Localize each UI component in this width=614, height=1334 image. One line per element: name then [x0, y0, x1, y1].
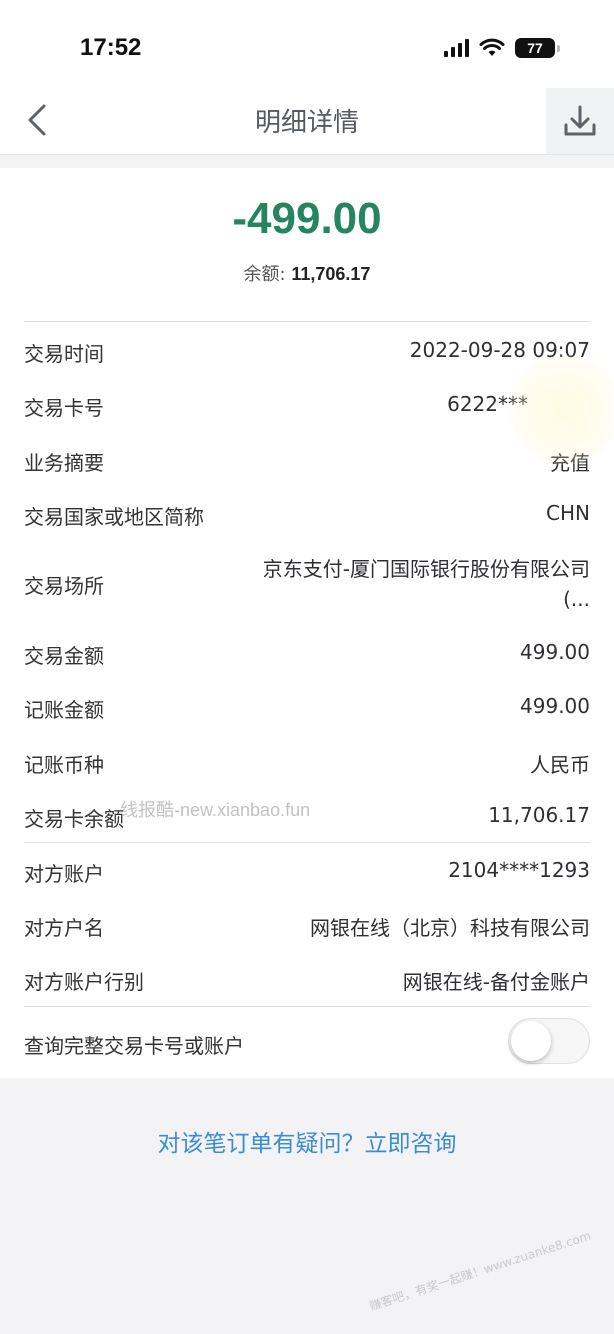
transaction-detail-card: -499.00 余额: 11,706.17 交易时间 2022-09-28 09… — [0, 168, 614, 1078]
detail-value: 2104****1293 — [448, 858, 590, 882]
status-time: 17:52 — [80, 34, 142, 61]
balance-label: 余额: — [243, 264, 286, 285]
detail-value: 网银在线-备付金账户 — [402, 970, 590, 994]
detail-label: 交易卡号 — [24, 396, 104, 420]
wifi-icon — [479, 38, 505, 56]
download-button[interactable] — [546, 88, 614, 154]
status-bar: 17:52 77 — [0, 0, 614, 88]
nav-bar: 明细详情 — [0, 88, 614, 155]
detail-label: 交易国家或地区简称 — [24, 505, 204, 529]
battery-tip — [557, 44, 560, 52]
detail-value: 人民币 — [530, 753, 590, 777]
transaction-amount: -499.00 — [232, 194, 382, 243]
detail-label: 记账金额 — [24, 698, 104, 722]
status-icons: 77 — [444, 38, 560, 58]
detail-label: 交易卡余额 — [24, 807, 124, 831]
light-glare — [510, 355, 614, 465]
signal-icon — [444, 39, 469, 57]
divider — [24, 842, 590, 843]
detail-label: 记账币种 — [24, 753, 104, 777]
show-full-card-toggle[interactable] — [508, 1018, 590, 1064]
detail-label: 交易场所 — [24, 574, 104, 598]
detail-value: 京东支付-厦门国际银行股份有限公司(... — [262, 557, 590, 611]
balance-line: 余额: 11,706.17 — [0, 260, 614, 286]
consult-link[interactable]: 对该笔订单有疑问？立即咨询 — [0, 1124, 614, 1158]
detail-value: 网银在线（北京）科技有限公司 — [310, 916, 590, 940]
detail-label: 业务摘要 — [24, 451, 104, 475]
detail-label: 对方户名 — [24, 916, 104, 940]
stamp-watermark: 赚客吧，有奖一起赚！www.zuanke8.com — [367, 1228, 593, 1314]
divider — [24, 1006, 590, 1007]
detail-value: 499.00 — [520, 640, 590, 664]
balance-value: 11,706.17 — [291, 264, 371, 284]
watermark: 线报酷-new.xianbao.fun — [120, 800, 311, 820]
battery-icon: 77 — [515, 38, 555, 58]
detail-label: 交易时间 — [24, 342, 104, 366]
detail-value: 11,706.17 — [488, 803, 590, 827]
page-title: 明细详情 — [254, 108, 359, 138]
detail-label: 交易金额 — [24, 644, 104, 668]
divider — [24, 321, 590, 322]
detail-label: 对方账户行别 — [24, 970, 144, 994]
download-icon — [564, 105, 596, 136]
detail-value: 499.00 — [520, 694, 590, 718]
detail-label: 对方账户 — [24, 862, 104, 886]
toggle-label: 查询完整交易卡号或账户 — [24, 1034, 244, 1058]
detail-value: CHN — [546, 501, 590, 525]
toggle-knob — [511, 1021, 551, 1061]
